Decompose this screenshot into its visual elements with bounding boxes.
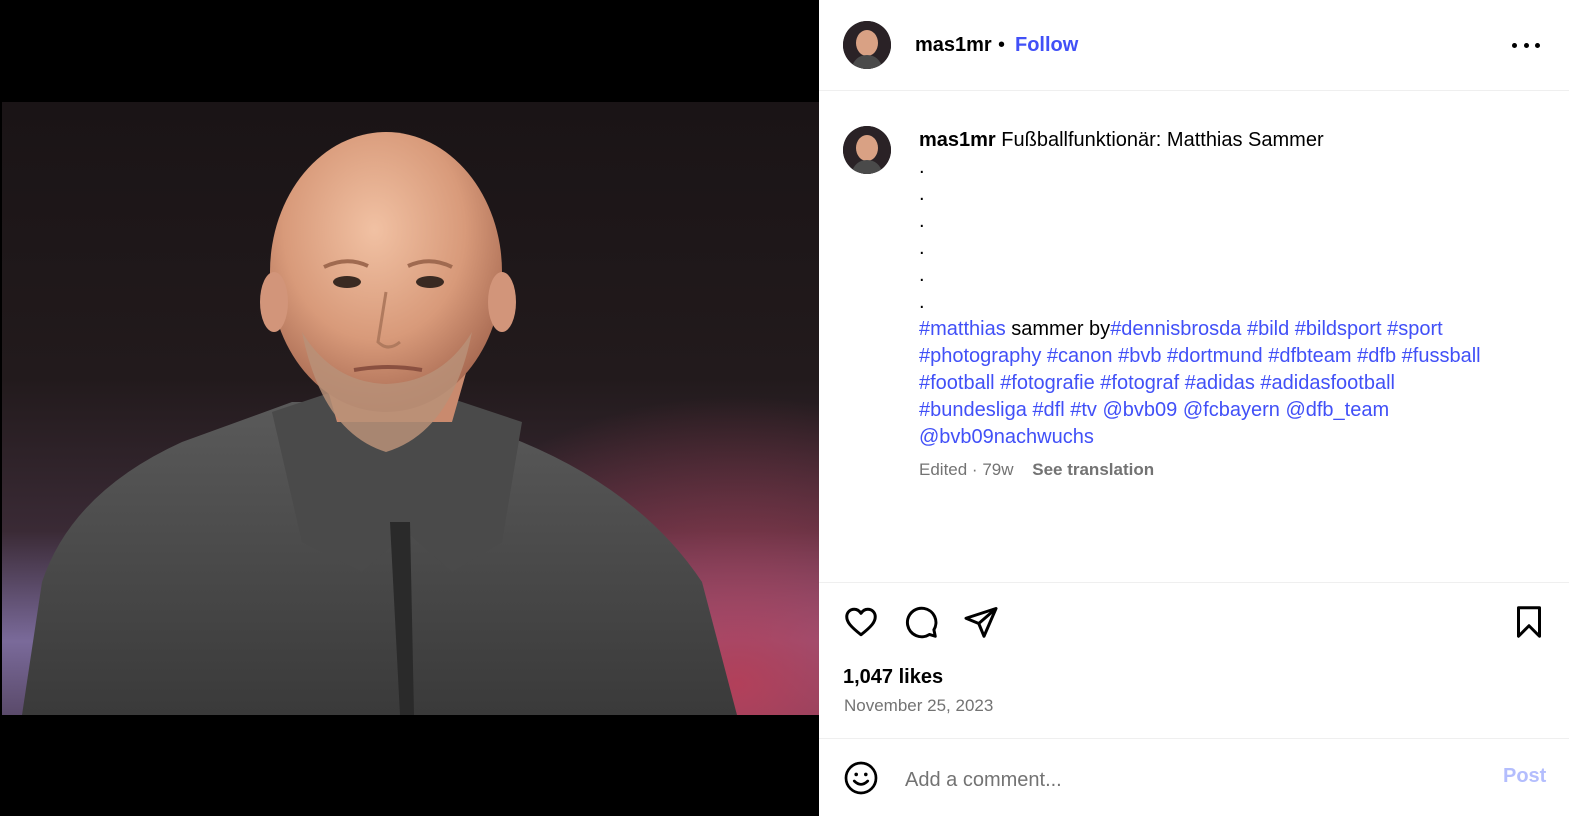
- hashtag-link[interactable]: #dfl: [1032, 399, 1064, 421]
- hashtag-link[interactable]: #dennisbrosda: [1110, 318, 1241, 340]
- hashtag-line: @bvb09nachwuchs: [919, 424, 1549, 451]
- emoji-smiley-icon[interactable]: [843, 760, 879, 796]
- hashtag-link[interactable]: #adidas: [1185, 372, 1255, 394]
- hashtag-link[interactable]: #bildsport: [1295, 318, 1382, 340]
- post-date[interactable]: November 25, 2023: [844, 696, 993, 716]
- paper-plane-icon[interactable]: [963, 604, 999, 640]
- caption-dot: .: [919, 291, 925, 313]
- hashtag-line: #football #fotografie #fotograf #adidas …: [919, 370, 1549, 397]
- header-username[interactable]: mas1mr: [915, 34, 992, 57]
- hashtag-link[interactable]: #tv: [1070, 399, 1097, 421]
- hashtag-line: #bundesliga #dfl #tv @bvb09 @fcbayern @d…: [919, 397, 1549, 424]
- hashtag-link[interactable]: #photography: [919, 345, 1041, 367]
- heart-icon[interactable]: [843, 604, 879, 640]
- hashtag-link[interactable]: #dfb: [1357, 345, 1396, 367]
- post-media: [0, 0, 819, 816]
- hashtag-link[interactable]: #matthias: [919, 318, 1006, 340]
- hashtag-link[interactable]: #football: [919, 372, 995, 394]
- caption-dot: .: [919, 237, 925, 259]
- hashtag-link[interactable]: #sport: [1387, 318, 1443, 340]
- header-separator: •: [998, 34, 1006, 56]
- caption-dot: .: [919, 264, 925, 286]
- post-photo: [2, 102, 819, 715]
- caption-dot: .: [919, 183, 925, 205]
- caption-avatar-image: [843, 126, 891, 174]
- caption-avatar[interactable]: [843, 126, 891, 174]
- post-age[interactable]: 79w: [982, 460, 1013, 479]
- post-caption: mas1mr Fußballfunktionär: Matthias Samme…: [919, 127, 1549, 451]
- caption-username[interactable]: mas1mr: [919, 129, 996, 151]
- hashtag-link[interactable]: #fotograf: [1100, 372, 1179, 394]
- more-options-icon[interactable]: [1512, 34, 1540, 56]
- hashtag-link[interactable]: #adidasfootball: [1260, 372, 1395, 394]
- caption-dot: .: [919, 156, 925, 178]
- follow-button[interactable]: Follow: [1015, 34, 1078, 57]
- post-details-panel: mas1mr • Follow mas1mr Fußballfunktionär…: [819, 0, 1569, 816]
- caption-plain-text: sammer by: [1005, 318, 1111, 340]
- hashtag-link[interactable]: #dfbteam: [1268, 345, 1351, 367]
- hashtag-link[interactable]: #bvb: [1118, 345, 1161, 367]
- hashtag-link[interactable]: #bundesliga: [919, 399, 1027, 421]
- comment-input[interactable]: [903, 762, 1467, 798]
- post-comment-button[interactable]: Post: [1503, 765, 1546, 788]
- post-header: mas1mr • Follow: [819, 0, 1569, 91]
- caption-first-line: mas1mr Fußballfunktionär: Matthias Samme…: [919, 127, 1549, 154]
- avatar-image: [843, 21, 891, 69]
- bookmark-icon[interactable]: [1511, 604, 1547, 640]
- caption-meta: Edited · 79w See translation: [919, 460, 1155, 479]
- hashtag-link[interactable]: #dortmund: [1167, 345, 1263, 367]
- divider: [819, 738, 1569, 739]
- portrait-illustration: [22, 132, 737, 715]
- hashtag-line: #photography #canon #bvb #dortmund #dfbt…: [919, 343, 1549, 370]
- likes-count[interactable]: 1,047 likes: [843, 666, 943, 689]
- caption-dot: .: [919, 210, 925, 232]
- see-translation-button[interactable]: See translation: [1032, 460, 1154, 479]
- divider: [819, 582, 1569, 583]
- mention-link[interactable]: @fcbayern: [1183, 399, 1280, 421]
- mention-link[interactable]: @dfb_team: [1285, 399, 1389, 421]
- hashtag-link[interactable]: #fussball: [1402, 345, 1481, 367]
- mention-link[interactable]: @bvb09: [1103, 399, 1178, 421]
- hashtag-line: #matthias sammer by#dennisbrosda #bild #…: [919, 316, 1549, 343]
- avatar[interactable]: [843, 21, 891, 69]
- caption-text: Fußballfunktionär: Matthias Sammer: [1001, 129, 1324, 151]
- hashtag-link[interactable]: #bild: [1247, 318, 1289, 340]
- edited-label: Edited: [919, 460, 968, 479]
- mention-link[interactable]: @bvb09nachwuchs: [919, 426, 1094, 448]
- hashtag-link[interactable]: #fotografie: [1000, 372, 1095, 394]
- comment-bubble-icon[interactable]: [903, 604, 939, 640]
- hashtag-link[interactable]: #canon: [1047, 345, 1113, 367]
